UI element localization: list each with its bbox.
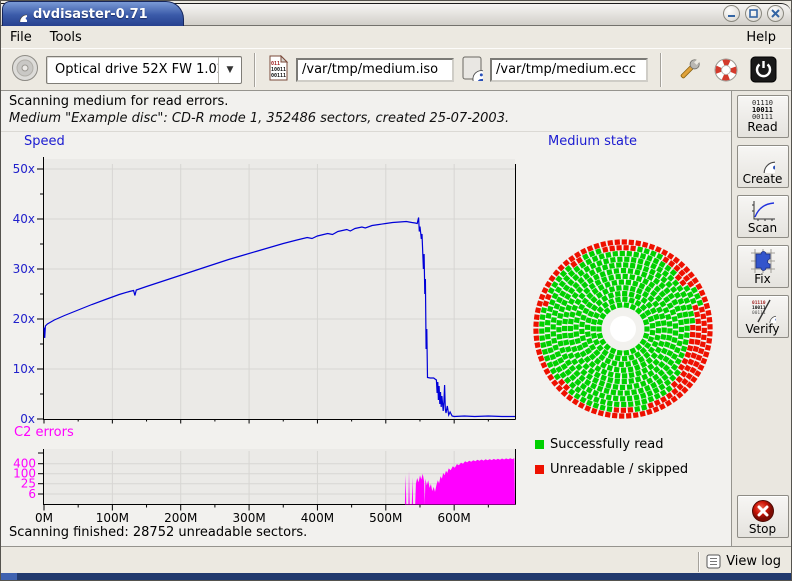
- drive-select[interactable]: Optical drive 52X FW 1.02 ▼: [46, 56, 242, 84]
- svg-text:600M: 600M: [438, 511, 471, 524]
- svg-text:00111: 00111: [271, 73, 286, 79]
- svg-text:40x: 40x: [13, 212, 35, 226]
- create-yinyang-icon: [751, 149, 775, 173]
- lifebuoy-icon: [712, 56, 740, 84]
- svg-text:400: 400: [13, 457, 36, 471]
- scan-button[interactable]: Scan: [737, 195, 789, 238]
- svg-text:50x: 50x: [13, 162, 35, 176]
- stop-button[interactable]: Stop: [737, 495, 789, 538]
- optical-drive-icon: [11, 54, 39, 86]
- status-headline: Scanning medium for read errors.: [9, 94, 228, 109]
- ecc-path-input[interactable]: [490, 58, 648, 82]
- svg-text:30x: 30x: [13, 262, 35, 276]
- read-button[interactable]: 01110 10011 00111 Read: [737, 95, 789, 138]
- quit-button[interactable]: [748, 55, 778, 85]
- svg-text:400M: 400M: [301, 511, 334, 524]
- minimize-icon: [727, 9, 736, 18]
- window-bottom-border: [1, 573, 791, 580]
- log-list-icon: [706, 554, 721, 569]
- titlebar-tab[interactable]: dvdisaster-0.71: [2, 1, 184, 26]
- iso-path-input[interactable]: [296, 58, 454, 82]
- read-icon: 01110 10011 00111: [752, 100, 773, 121]
- close-icon: [771, 9, 780, 18]
- legend-unreadable-skipped: Unreadable / skipped: [535, 462, 688, 477]
- action-sidebar: 01110 10011 00111 Read Create Scan: [731, 91, 792, 546]
- preferences-button[interactable]: [674, 55, 704, 85]
- statusbar: View log: [1, 546, 791, 576]
- app-window: dvdisaster-0.71 File Tools Help Optical …: [0, 0, 792, 581]
- maximize-icon: [749, 9, 758, 18]
- svg-text:0M: 0M: [35, 511, 53, 524]
- power-icon: [750, 56, 777, 83]
- verify-button[interactable]: 01110 10011 00111 Verify: [737, 295, 789, 338]
- drive-select-value: Optical drive 52X FW 1.02: [47, 62, 218, 77]
- help-button[interactable]: [711, 55, 741, 85]
- scan-chart-icon: [750, 200, 776, 222]
- svg-text:100M: 100M: [96, 511, 129, 524]
- iso-file-icon: 011 10011 00111: [268, 55, 289, 85]
- menubar: File Tools Help: [1, 27, 791, 48]
- fix-puzzle-icon: [751, 249, 775, 273]
- menu-help[interactable]: Help: [737, 28, 785, 47]
- create-button[interactable]: Create: [737, 145, 789, 188]
- stop-icon: [751, 499, 775, 523]
- legend-successfully-read: Successfully read: [535, 437, 663, 452]
- window-title: dvdisaster-0.71: [33, 7, 148, 22]
- green-swatch: [535, 440, 544, 449]
- statusbar-separator: [698, 552, 700, 572]
- close-button[interactable]: [767, 5, 784, 22]
- toolbar: Optical drive 52X FW 1.02 ▼ 011 10011 00…: [1, 48, 791, 91]
- view-log-button[interactable]: View log: [706, 554, 781, 569]
- ecc-file-icon: [461, 55, 483, 85]
- scan-result-message: Scanning finished: 28752 unreadable sect…: [9, 525, 307, 540]
- svg-text:300M: 300M: [232, 511, 265, 524]
- svg-text:0x: 0x: [20, 412, 35, 426]
- svg-text:200M: 200M: [164, 511, 197, 524]
- toolbar-separator: [254, 53, 256, 87]
- menu-file[interactable]: File: [1, 28, 41, 47]
- wrench-icon: [675, 56, 703, 84]
- minimize-button[interactable]: [723, 5, 740, 22]
- red-swatch: [535, 465, 544, 474]
- fix-button[interactable]: Fix: [737, 245, 789, 288]
- main-panel: Scanning medium for read errors. Medium …: [1, 91, 731, 546]
- svg-text:500M: 500M: [369, 511, 402, 524]
- menu-tools[interactable]: Tools: [41, 28, 91, 47]
- medium-info: Medium "Example disc": CD-R mode 1, 3524…: [9, 111, 509, 126]
- toolbar-separator: [660, 53, 662, 87]
- chevron-down-icon: ▼: [218, 57, 241, 83]
- app-yinyang-icon: [11, 6, 27, 22]
- svg-text:10x: 10x: [13, 362, 35, 376]
- svg-text:20x: 20x: [13, 312, 35, 326]
- maximize-button[interactable]: [745, 5, 762, 22]
- verify-icon: 01110 10011 00111: [750, 299, 776, 323]
